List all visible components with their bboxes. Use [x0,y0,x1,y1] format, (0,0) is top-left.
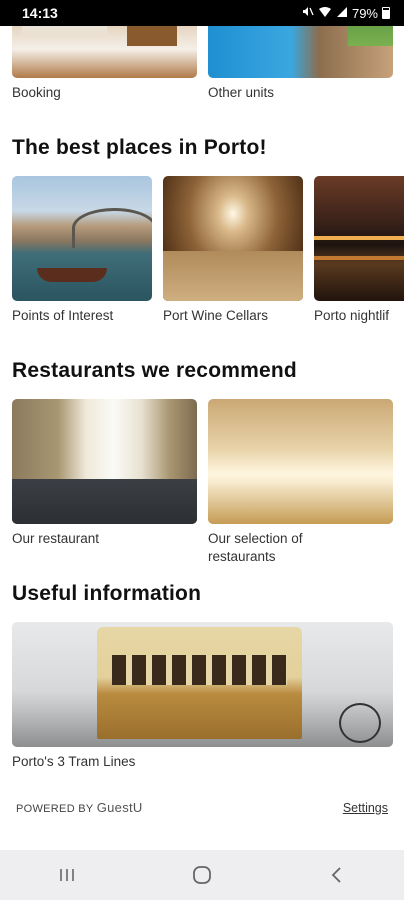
selection-restaurants-label: Our selection of restaurants [208,531,303,564]
port-wine-cellars-image [163,176,303,301]
status-time: 14:13 [22,5,58,21]
port-wine-cellars-label: Port Wine Cellars [163,308,269,323]
booking-card[interactable]: Booking [12,26,197,102]
porto-nightlife-image [314,176,404,301]
selection-restaurants-card[interactable]: Our selection of restaurants [208,399,393,566]
powered-by-label: POWERED BY [16,803,94,815]
our-restaurant-card[interactable]: Our restaurant [12,399,197,548]
mute-icon [301,5,314,21]
booking-label: Booking [12,85,61,100]
selection-restaurants-image [208,399,393,524]
best-places-title: The best places in Porto! [12,136,267,159]
home-icon[interactable] [172,855,232,895]
recent-apps-icon[interactable] [37,855,97,895]
points-of-interest-image [12,176,152,301]
wifi-icon [318,6,332,21]
status-bar: 14:13 79% [0,0,404,26]
battery-icon [382,7,390,19]
tram-lines-label: Porto's 3 Tram Lines [12,754,136,769]
settings-link[interactable]: Settings [343,801,388,815]
points-of-interest-card[interactable]: Points of Interest [12,176,152,325]
restaurants-title: Restaurants we recommend [12,359,297,382]
guestu-brand: GuestU [96,800,143,815]
other-units-image [208,26,393,78]
navigation-bar [0,850,404,900]
points-of-interest-label: Points of Interest [12,308,114,323]
footer: POWERED BY GuestU Settings [16,800,388,815]
our-restaurant-image [12,399,197,524]
status-icons: 79% [301,5,390,21]
other-units-label: Other units [208,85,275,100]
other-units-card[interactable]: Other units [208,26,393,102]
booking-image [12,26,197,78]
signal-icon [336,6,348,21]
back-icon[interactable] [307,855,367,895]
tram-lines-card[interactable]: Porto's 3 Tram Lines [12,622,393,771]
powered-by: POWERED BY GuestU [16,800,143,815]
porto-nightlife-card[interactable]: Porto nightlif [314,176,404,325]
porto-nightlife-label: Porto nightlif [314,308,390,323]
battery-percent: 79% [351,5,378,21]
port-wine-cellars-card[interactable]: Port Wine Cellars [163,176,303,325]
main-content: Booking Other units The best places in P… [0,26,404,850]
our-restaurant-label: Our restaurant [12,531,100,546]
tram-lines-image [12,622,393,747]
useful-info-title: Useful information [12,582,202,605]
